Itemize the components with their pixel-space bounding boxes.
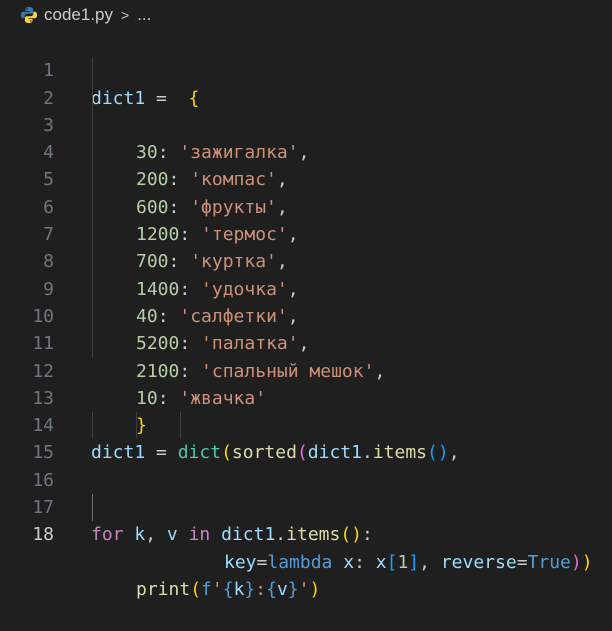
line-number-current: 18 [32, 524, 54, 546]
code-line[interactable]: 10 2100: 'спальный мешок', [0, 275, 612, 382]
code-line[interactable]: 15 key=lambda x: x[1], reverse=True)) [0, 412, 612, 573]
breadcrumb-more[interactable]: ... [137, 5, 151, 25]
code-line[interactable]: 4 600: 'фрукты', [0, 111, 612, 218]
breadcrumb-file[interactable]: code1.py [44, 5, 113, 25]
code-line[interactable]: 17 for k, v in dict1.items(): [0, 467, 612, 545]
code-line[interactable]: 8 40: 'салфетки', [0, 221, 612, 327]
code-token: lambda [267, 551, 333, 573]
code-token: key [224, 551, 257, 573]
code-line[interactable]: 11 10: 'жвачка' [0, 302, 612, 409]
code-token: reverse [440, 551, 517, 573]
code-line[interactable]: 14 dict1 = dict(sorted(dict1.items(), [0, 385, 612, 463]
code-line[interactable]: 18 print(f'{k}:{v}') [0, 494, 612, 600]
python-file-icon [21, 7, 37, 23]
code-editor[interactable]: 1 dict1 = { 2 30: 'зажигалка', 3 200: 'к… [0, 30, 612, 600]
code-token: True [527, 551, 571, 573]
code-line[interactable]: 3 200: 'компас', [0, 84, 612, 190]
code-line[interactable]: 6 700: 'куртка', [0, 166, 612, 272]
code-line[interactable]: 16 [0, 439, 612, 491]
code-line[interactable]: 1 dict1 = { [0, 30, 612, 108]
code-line[interactable]: 2 30: 'зажигалка', [0, 57, 612, 163]
code-line[interactable]: 9 5200: 'палатка', [0, 248, 612, 354]
code-line[interactable]: 13 [0, 358, 612, 409]
chevron-right-icon: > [121, 7, 130, 23]
code-token: print [136, 578, 191, 600]
breadcrumb[interactable]: code1.py > ... [0, 0, 612, 30]
code-line[interactable]: 5 1200: 'термос', [0, 139, 612, 245]
code-line[interactable]: 7 1400: 'удочка', [0, 193, 612, 300]
code-line[interactable]: 12 } [0, 330, 612, 436]
code-token: for [91, 524, 124, 546]
